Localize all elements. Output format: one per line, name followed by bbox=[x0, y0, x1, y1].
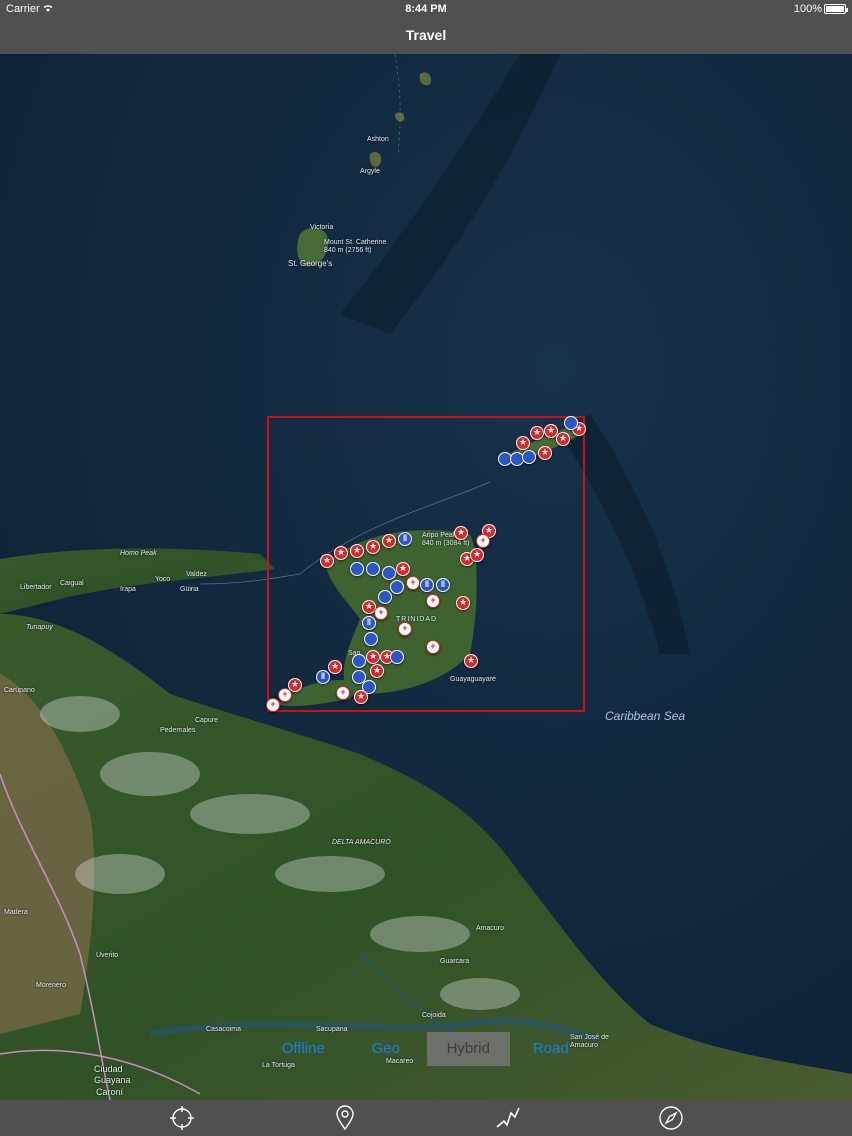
battery-percent: 100% bbox=[793, 3, 822, 15]
poi-pin-red[interactable]: ★ bbox=[354, 690, 368, 704]
segment-geo[interactable]: Geo bbox=[345, 1032, 428, 1066]
poi-pin-red[interactable]: ★ bbox=[366, 650, 380, 664]
segment-road[interactable]: Road bbox=[510, 1032, 593, 1066]
top-bar: Carrier 8:44 PM 100% Travel bbox=[0, 0, 852, 54]
label-casacoima: Casacoima bbox=[206, 1026, 242, 1033]
poi-pin-blue[interactable]: ‖ bbox=[398, 532, 412, 546]
status-time: 8:44 PM bbox=[405, 3, 447, 15]
label-pedernales: Pedernales bbox=[160, 727, 196, 734]
label-mount: Mount St. Catherine bbox=[324, 239, 387, 246]
poi-pin-blue[interactable]: ‖ bbox=[420, 578, 434, 592]
label-ashton: Ashton bbox=[367, 136, 389, 143]
selected-region-box[interactable] bbox=[267, 416, 585, 712]
poi-pin-red[interactable]: ★ bbox=[328, 660, 342, 674]
poi-pin-blue[interactable] bbox=[378, 590, 392, 604]
poi-pin-red[interactable]: ★ bbox=[370, 664, 384, 678]
poi-pin-red[interactable]: ★ bbox=[396, 562, 410, 576]
label-stgeorges: St. George's bbox=[288, 259, 333, 268]
label-mount-elev: 840 m (2756 ft) bbox=[324, 247, 372, 254]
poi-pin-red[interactable]: ★ bbox=[320, 554, 334, 568]
location-pin-icon bbox=[335, 1105, 354, 1131]
poi-pin-medical[interactable]: + bbox=[278, 688, 292, 702]
poi-pin-red[interactable]: ★ bbox=[538, 446, 552, 460]
satellite-map[interactable]: Ashton Argyle Victoria Mount St. Catheri… bbox=[0, 54, 852, 1100]
compass-button[interactable] bbox=[656, 1103, 686, 1133]
poi-pin-blue[interactable] bbox=[564, 416, 578, 430]
label-caigual: Caigual bbox=[60, 580, 84, 587]
label-yoco: Yoco bbox=[155, 576, 171, 583]
label-caroni: Caroní bbox=[96, 1087, 124, 1097]
poi-pin-red[interactable]: ★ bbox=[470, 548, 484, 562]
map-type-selector: Offline Geo Hybrid Road bbox=[262, 1032, 592, 1066]
poi-pin-red[interactable]: ★ bbox=[464, 654, 478, 668]
sea-label: Caribbean Sea bbox=[605, 709, 686, 723]
label-valdez: Valdez bbox=[186, 571, 207, 578]
poi-pin-medical[interactable]: + bbox=[476, 534, 490, 548]
route-icon bbox=[495, 1107, 520, 1128]
poi-pin-red[interactable]: ★ bbox=[366, 540, 380, 554]
poi-pin-red[interactable]: ★ bbox=[530, 426, 544, 440]
poi-pin-medical[interactable]: + bbox=[336, 686, 350, 700]
segment-offline[interactable]: Offline bbox=[262, 1032, 345, 1066]
label-guarcara: Guarcara bbox=[440, 958, 470, 965]
label-amacuro-region: Amacuro bbox=[476, 925, 505, 932]
crosshair-icon bbox=[169, 1106, 194, 1130]
page-title: Travel bbox=[405, 27, 447, 43]
poi-pin-medical[interactable]: + bbox=[426, 640, 440, 654]
label-carupano: Carúpano bbox=[4, 687, 35, 694]
poi-pin-red[interactable]: ★ bbox=[556, 432, 570, 446]
bottom-toolbar bbox=[0, 1100, 852, 1136]
poi-pin-blue[interactable]: ‖ bbox=[436, 578, 450, 592]
poi-pin-medical[interactable]: + bbox=[406, 576, 420, 590]
label-capure: Capure bbox=[195, 717, 218, 724]
poi-pin-red[interactable]: ★ bbox=[456, 596, 470, 610]
poi-pin-blue[interactable]: ‖ bbox=[362, 616, 376, 630]
label-tunapuy: Tunapuy bbox=[26, 624, 53, 631]
label-guayana: Guayana bbox=[94, 1075, 131, 1085]
poi-pin-blue[interactable] bbox=[352, 654, 366, 668]
compass-icon bbox=[658, 1106, 683, 1130]
locate-button[interactable] bbox=[167, 1103, 197, 1133]
label-delta: DELTA AMACURO bbox=[332, 839, 391, 846]
label-cojoida: Cojoida bbox=[422, 1012, 446, 1019]
poi-pin-blue[interactable] bbox=[382, 566, 396, 580]
poi-pin-medical[interactable]: + bbox=[398, 622, 412, 636]
battery-icon bbox=[824, 4, 848, 14]
poi-pin-red[interactable]: ★ bbox=[454, 526, 468, 540]
label-victoria: Victoria bbox=[310, 224, 334, 231]
poi-pin-blue[interactable]: ‖ bbox=[316, 670, 330, 684]
label-argyle: Argyle bbox=[360, 168, 380, 175]
label-morenero: Morenero bbox=[36, 982, 66, 989]
poi-pin-medical[interactable]: + bbox=[374, 606, 388, 620]
poi-pin-blue[interactable] bbox=[390, 650, 404, 664]
label-irapa: Irapa bbox=[120, 586, 136, 593]
label-guiria: Güiria bbox=[180, 586, 199, 593]
label-uverito: Uverito bbox=[96, 952, 119, 959]
poi-pin-blue[interactable] bbox=[350, 562, 364, 576]
poi-pin-medical[interactable]: + bbox=[266, 698, 280, 712]
poi-pin-red[interactable]: ★ bbox=[334, 546, 348, 560]
places-button[interactable] bbox=[330, 1103, 360, 1133]
poi-pin-blue[interactable] bbox=[366, 562, 380, 576]
poi-pin-medical[interactable]: + bbox=[426, 594, 440, 608]
poi-pin-blue[interactable] bbox=[390, 580, 404, 594]
poi-pin-blue[interactable] bbox=[522, 450, 536, 464]
label-ciudad: Ciudad bbox=[94, 1064, 123, 1074]
poi-pin-red[interactable]: ★ bbox=[516, 436, 530, 450]
poi-pin-red[interactable]: ★ bbox=[382, 534, 396, 548]
label-liberador: Libertador bbox=[20, 584, 52, 591]
poi-pin-red[interactable]: ★ bbox=[350, 544, 364, 558]
label-homo: Homo Peak bbox=[120, 550, 157, 557]
route-button[interactable] bbox=[493, 1103, 523, 1133]
poi-pin-blue[interactable] bbox=[364, 632, 378, 646]
status-bar: Carrier 8:44 PM 100% bbox=[0, 0, 852, 18]
label-madera: Madera bbox=[4, 909, 28, 916]
segment-hybrid[interactable]: Hybrid bbox=[427, 1032, 510, 1066]
